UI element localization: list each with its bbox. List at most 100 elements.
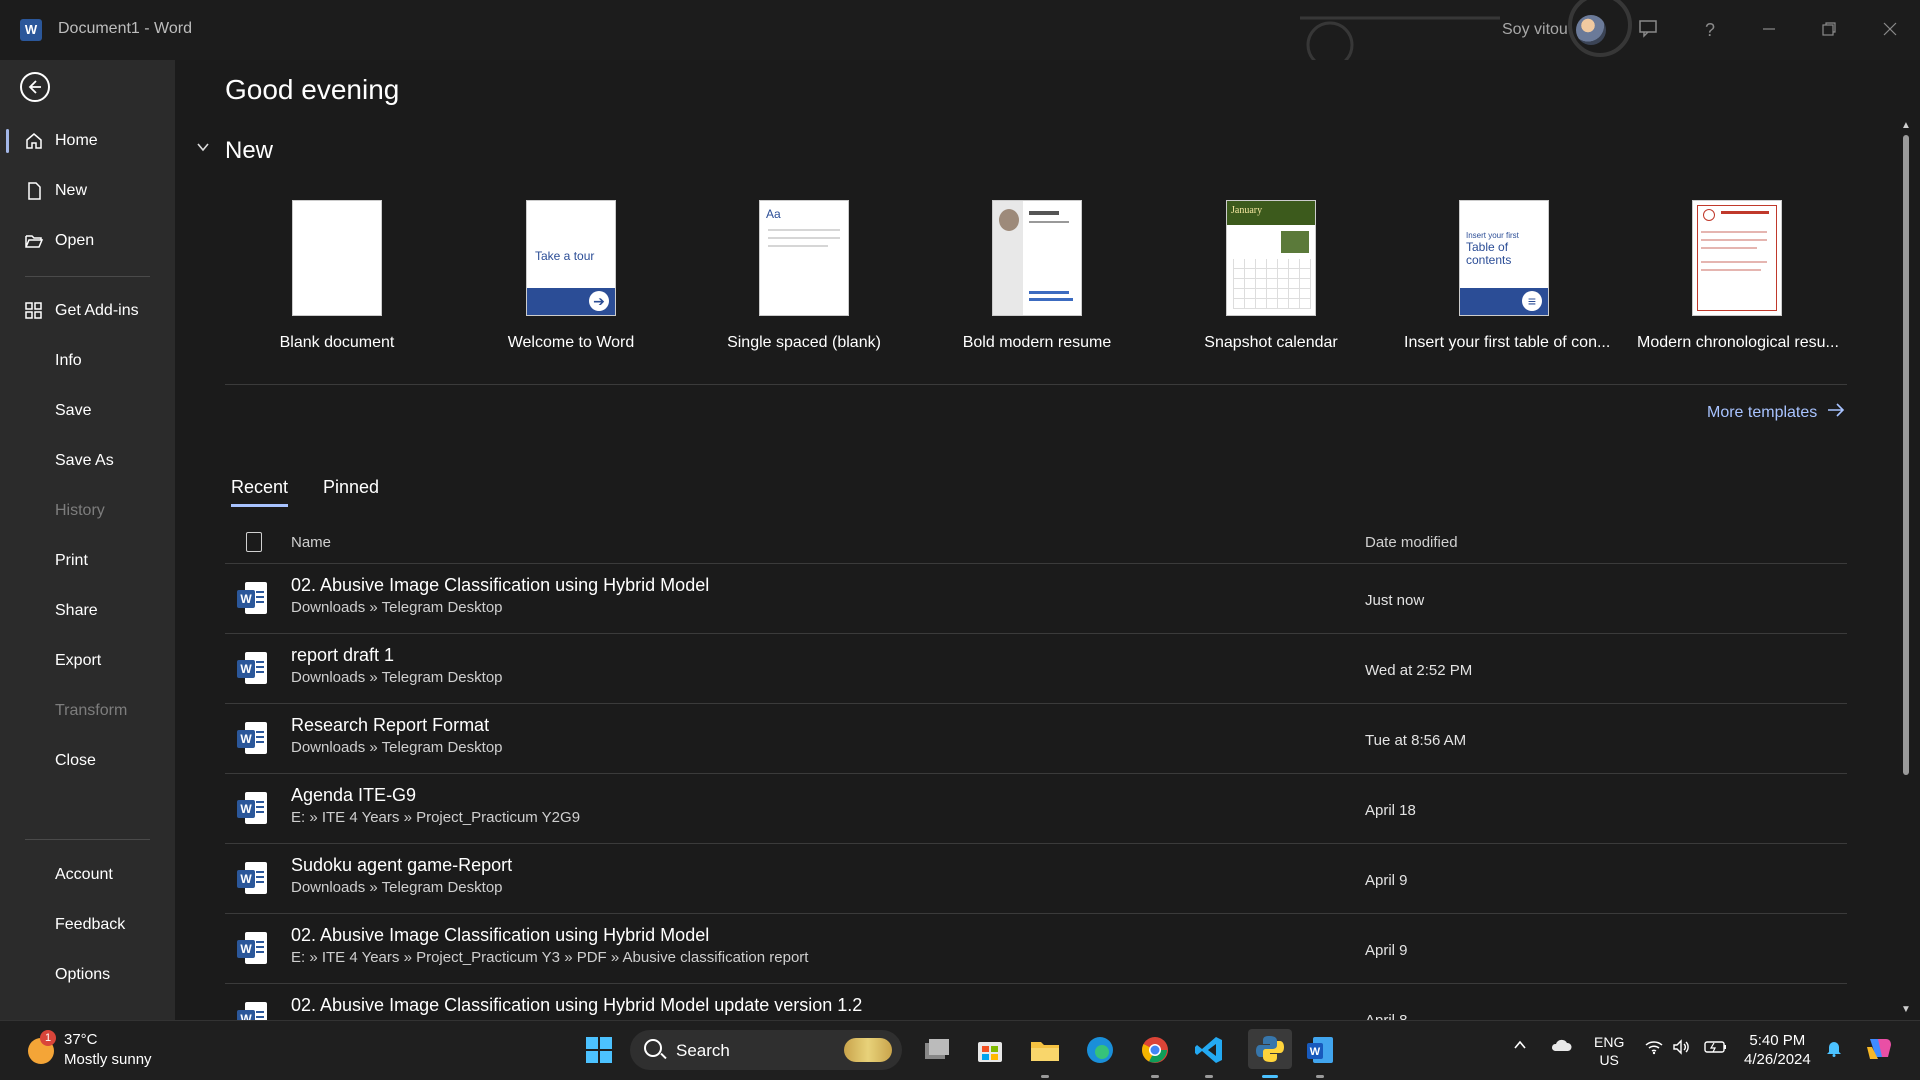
template-name: Blank document [279, 334, 395, 351]
recent-file-row[interactable]: W Sudoku agent game-Report Downloads » T… [225, 843, 1847, 913]
sidebar-item-new[interactable]: New [0, 171, 175, 211]
tab-pinned[interactable]: Pinned [323, 477, 379, 498]
file-path: Downloads » Telegram Desktop [291, 599, 503, 616]
sidebar-item-options[interactable]: Options [0, 955, 175, 995]
restore-icon[interactable] [1817, 18, 1841, 42]
close-icon[interactable] [1878, 18, 1902, 42]
task-view-icon[interactable] [919, 1033, 953, 1067]
search-icon [644, 1039, 662, 1057]
edge-icon[interactable] [1083, 1033, 1117, 1067]
recent-file-row[interactable]: W Research Report Format Downloads » Tel… [225, 703, 1847, 773]
bell-icon[interactable] [1826, 1039, 1842, 1060]
word-doc-icon: W [237, 862, 267, 896]
sidebar-item-save-as[interactable]: Save As [0, 441, 175, 481]
recent-file-row[interactable]: W 02. Abusive Image Classification using… [225, 563, 1847, 633]
windows-taskbar: 1 37°C Mostly sunny Search W ENG US 5:40… [0, 1020, 1920, 1080]
avatar[interactable] [1576, 15, 1606, 45]
user-name[interactable]: Soy vitou [1502, 21, 1568, 39]
template-blank-document[interactable]: Blank document [237, 200, 437, 352]
template-thumbnail: January [1226, 200, 1316, 316]
sidebar-item-info[interactable]: Info [0, 341, 175, 381]
onedrive-icon[interactable] [1550, 1037, 1572, 1056]
sidebar-item-label: Print [55, 552, 88, 569]
file-explorer-icon[interactable] [1028, 1033, 1062, 1067]
recent-file-row[interactable]: W Agenda ITE-G9 E: » ITE 4 Years » Proje… [225, 773, 1847, 843]
taskbar-search[interactable]: Search [630, 1030, 902, 1070]
recent-file-row[interactable]: W 02. Abusive Image Classification using… [225, 913, 1847, 983]
template-insert-toc[interactable]: Insert your first Table of contents ≡ In… [1404, 200, 1610, 352]
column-header-name[interactable]: Name [291, 534, 331, 551]
scroll-down-icon[interactable]: ▼ [1901, 1004, 1911, 1015]
template-thumbnail: Insert your first Table of contents ≡ [1459, 200, 1549, 316]
weather-icon[interactable]: 1 [24, 1030, 60, 1066]
language-indicator[interactable]: ENG US [1594, 1033, 1624, 1069]
sidebar-item-label: Share [55, 602, 98, 619]
chrome-icon[interactable] [1138, 1033, 1172, 1067]
sidebar-item-account[interactable]: Account [0, 855, 175, 895]
search-highlight-icon [844, 1038, 892, 1062]
template-snapshot-calendar[interactable]: January Snapshot calendar [1171, 200, 1371, 352]
sidebar-item-export[interactable]: Export [0, 641, 175, 681]
weather-temperature[interactable]: 37°C [64, 1031, 98, 1048]
sidebar-item-label: History [55, 502, 105, 519]
store-icon[interactable] [973, 1033, 1007, 1067]
sidebar-item-get-add-ins[interactable]: Get Add-ins [0, 291, 175, 331]
template-modern-chronological-resume[interactable]: Modern chronological resu... [1637, 200, 1839, 352]
file-date: Just now [1365, 592, 1425, 609]
thumb-text: Aa [766, 207, 781, 221]
sidebar-item-close[interactable]: Close [0, 741, 175, 781]
new-section-heading[interactable]: New [225, 137, 273, 165]
template-name: Single spaced (blank) [727, 334, 881, 351]
vertical-scrollbar[interactable]: ▲ ▼ [1901, 120, 1911, 1020]
arrow-right-icon[interactable] [1826, 400, 1846, 426]
svg-text:W: W [1310, 1046, 1321, 1058]
sidebar-item-label: Transform [55, 702, 128, 719]
word-icon[interactable]: W [1303, 1033, 1337, 1067]
copilot-icon[interactable] [1864, 1033, 1894, 1066]
sidebar-item-open[interactable]: Open [0, 221, 175, 261]
chevron-down-icon[interactable] [196, 140, 210, 159]
sidebar-item-feedback[interactable]: Feedback [0, 905, 175, 945]
start-icon[interactable] [582, 1033, 616, 1067]
greeting-heading: Good evening [225, 74, 400, 105]
template-bold-modern-resume[interactable]: Bold modern resume [937, 200, 1137, 352]
sidebar-divider [25, 839, 150, 840]
tab-recent[interactable]: Recent [231, 477, 289, 507]
file-path: Downloads » Telegram Desktop [291, 879, 503, 896]
sidebar-item-label: Close [55, 752, 96, 769]
template-single-spaced[interactable]: Aa Single spaced (blank) [704, 200, 904, 352]
scroll-up-icon[interactable]: ▲ [1901, 120, 1911, 131]
sidebar-item-save[interactable]: Save [0, 391, 175, 431]
more-templates-link[interactable]: More templates [1707, 404, 1817, 422]
chevron-up-icon[interactable] [1512, 1037, 1528, 1056]
template-welcome-to-word[interactable]: Take a tour ➔ Welcome to Word [471, 200, 671, 352]
scrollbar-thumb[interactable] [1903, 135, 1909, 775]
thumb-text: Insert your first [1466, 231, 1519, 240]
column-header-date[interactable]: Date modified [1365, 534, 1458, 551]
template-name: Welcome to Word [507, 334, 635, 351]
file-date: April 9 [1365, 942, 1408, 959]
sidebar-item-print[interactable]: Print [0, 541, 175, 581]
file-path: Downloads » Telegram Desktop [291, 739, 503, 756]
home-icon [26, 133, 42, 149]
recent-file-row[interactable]: W 02. Abusive Image Classification using… [225, 983, 1847, 1020]
recent-file-row[interactable]: W report draft 1 Downloads » Telegram De… [225, 633, 1847, 703]
vscode-icon[interactable] [1192, 1033, 1226, 1067]
wifi-icon[interactable] [1644, 1039, 1664, 1058]
help-icon[interactable]: ? [1698, 18, 1722, 42]
system-clock[interactable]: 5:40 PM 4/26/2024 [1744, 1031, 1811, 1069]
feedback-icon[interactable] [1636, 18, 1660, 42]
template-thumbnail [292, 200, 382, 316]
volume-icon[interactable] [1672, 1039, 1692, 1058]
battery-icon[interactable] [1704, 1039, 1728, 1058]
sidebar-item-share[interactable]: Share [0, 591, 175, 631]
minimize-icon[interactable] [1757, 18, 1781, 42]
sidebar-item-label: Options [55, 966, 111, 983]
search-label: Search [676, 1041, 730, 1060]
python-icon[interactable] [1248, 1029, 1292, 1069]
back-arrow-icon[interactable] [20, 72, 50, 102]
running-indicator [1316, 1075, 1324, 1078]
running-indicator [1205, 1075, 1213, 1078]
sidebar-item-home[interactable]: Home [0, 121, 175, 161]
weather-condition[interactable]: Mostly sunny [64, 1051, 152, 1068]
